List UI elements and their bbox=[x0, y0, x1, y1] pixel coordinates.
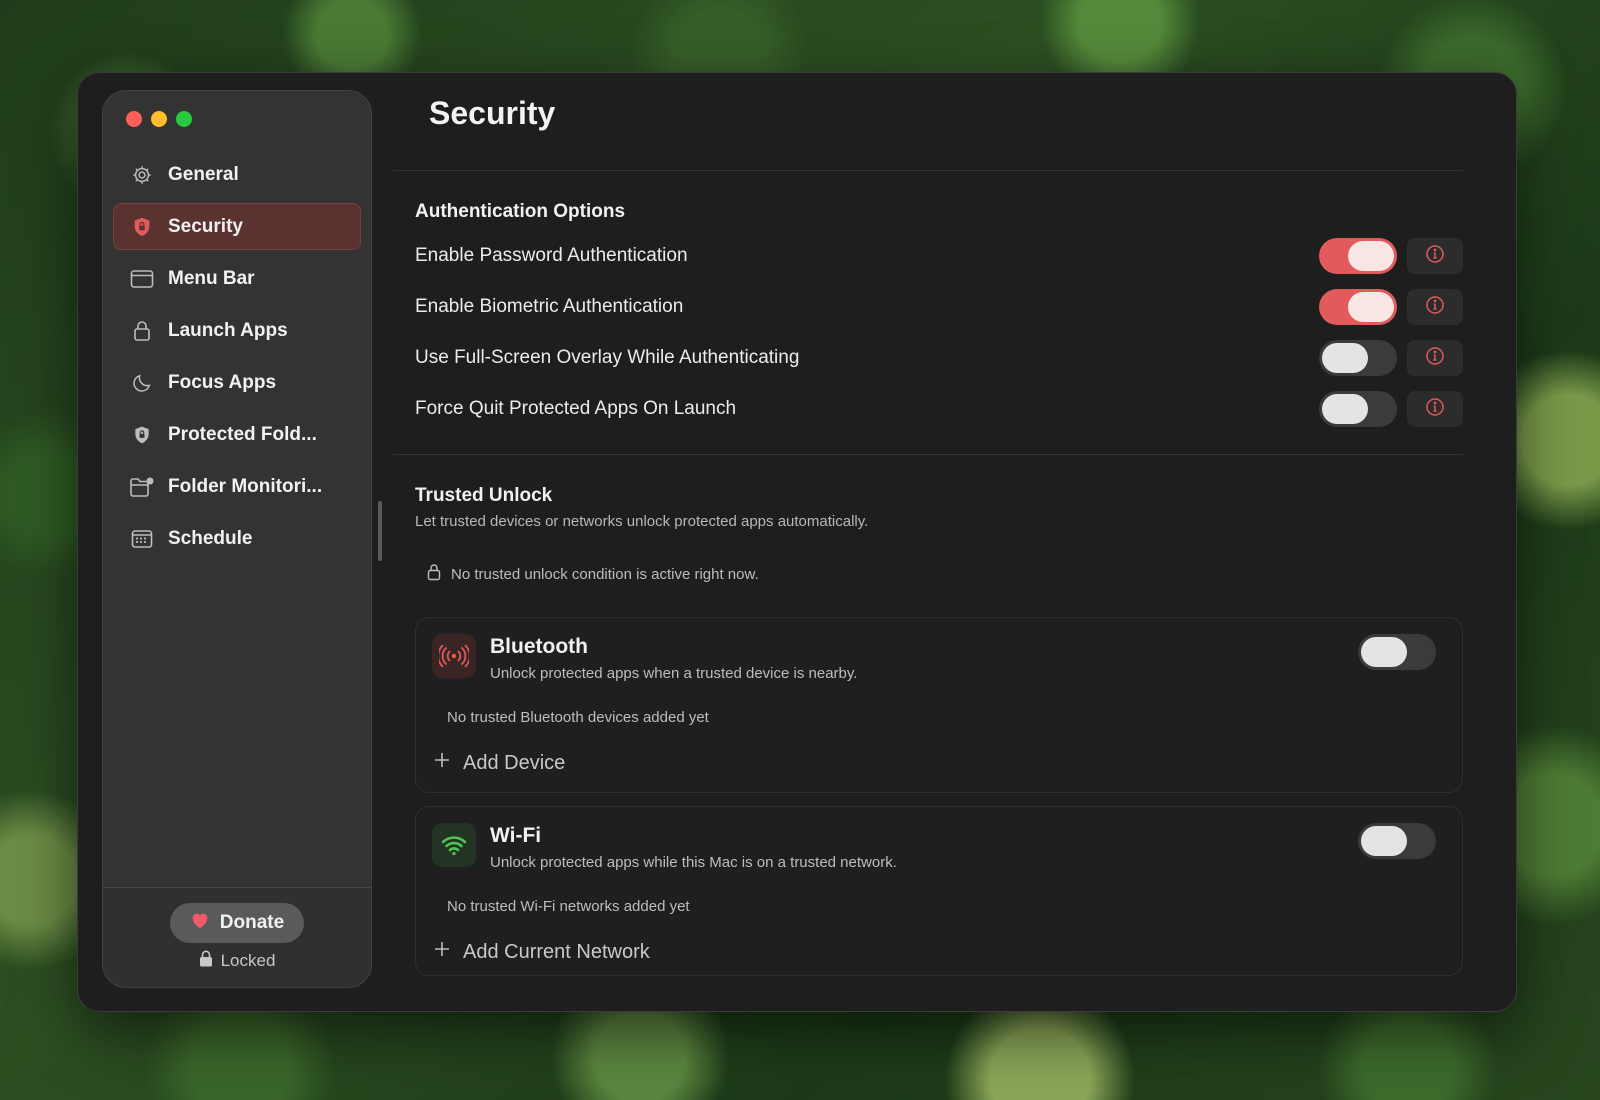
empty-state-text: No trusted Bluetooth devices added yet bbox=[447, 709, 709, 726]
folder-badge-icon bbox=[129, 474, 155, 500]
sidebar-item-focus-apps[interactable]: Focus Apps bbox=[113, 359, 361, 406]
main-content: Security Authentication Options Enable P… bbox=[393, 73, 1516, 1011]
close-button[interactable] bbox=[126, 111, 142, 127]
card-title: Wi-Fi bbox=[490, 824, 542, 847]
divider bbox=[393, 170, 1463, 171]
sidebar-item-label: Security bbox=[168, 215, 243, 237]
info-icon bbox=[1425, 244, 1445, 269]
status-text: No trusted unlock condition is active ri… bbox=[451, 565, 759, 583]
add-device-button[interactable]: Add Device bbox=[433, 751, 565, 775]
option-biometric-auth: Enable Biometric Authentication bbox=[415, 287, 1463, 327]
sidebar-item-folder-monitoring[interactable]: Folder Monitori... bbox=[113, 463, 361, 510]
sidebar-item-security[interactable]: Security bbox=[113, 203, 361, 250]
option-fullscreen-overlay: Use Full-Screen Overlay While Authentica… bbox=[415, 338, 1463, 378]
empty-state-text: No trusted Wi-Fi networks added yet bbox=[447, 898, 690, 915]
option-label: Force Quit Protected Apps On Launch bbox=[415, 398, 737, 419]
wifi-toggle[interactable] bbox=[1358, 823, 1436, 859]
add-network-label: Add Current Network bbox=[463, 940, 650, 963]
password-auth-toggle[interactable] bbox=[1319, 238, 1397, 274]
shield-lock-icon bbox=[129, 422, 155, 448]
calendar-icon bbox=[129, 526, 155, 552]
card-description: Unlock protected apps when a trusted dev… bbox=[490, 665, 858, 682]
sidebar-item-label: Folder Monitori... bbox=[168, 475, 323, 497]
info-button[interactable] bbox=[1407, 391, 1463, 427]
section-title-authentication: Authentication Options bbox=[415, 201, 626, 222]
option-label: Enable Biometric Authentication bbox=[415, 296, 684, 317]
lock-icon bbox=[129, 318, 155, 344]
sidebar-item-launch-apps[interactable]: Launch Apps bbox=[113, 307, 361, 354]
lock-icon bbox=[199, 950, 213, 972]
sidebar-item-menu-bar[interactable]: Menu Bar bbox=[113, 255, 361, 302]
force-quit-toggle[interactable] bbox=[1319, 391, 1397, 427]
sidebar-item-label: Menu Bar bbox=[168, 267, 255, 289]
zoom-button[interactable] bbox=[176, 111, 192, 127]
wifi-card: Wi-Fi Unlock protected apps while this M… bbox=[415, 806, 1463, 976]
menu-bar-icon bbox=[129, 266, 155, 292]
sidebar: General Security Menu Bar Launch Apps Fo… bbox=[102, 90, 372, 988]
option-label: Enable Password Authentication bbox=[415, 245, 688, 266]
sidebar-item-label: Launch Apps bbox=[168, 319, 288, 341]
sidebar-footer: Donate Locked bbox=[103, 887, 371, 987]
bluetooth-card: Bluetooth Unlock protected apps when a t… bbox=[415, 617, 1463, 793]
sidebar-nav: General Security Menu Bar Launch Apps Fo… bbox=[113, 151, 361, 567]
bluetooth-toggle[interactable] bbox=[1358, 634, 1436, 670]
card-description: Unlock protected apps while this Mac is … bbox=[490, 854, 897, 871]
biometric-auth-toggle[interactable] bbox=[1319, 289, 1397, 325]
info-icon bbox=[1425, 397, 1445, 422]
window-controls bbox=[126, 111, 192, 127]
info-button[interactable] bbox=[1407, 238, 1463, 274]
wifi-icon bbox=[432, 823, 476, 867]
donate-label: Donate bbox=[219, 912, 285, 933]
sidebar-item-label: Protected Fold... bbox=[168, 423, 317, 445]
moon-icon bbox=[129, 370, 155, 396]
plus-icon bbox=[433, 751, 451, 775]
card-title: Bluetooth bbox=[490, 635, 588, 658]
split-view-divider[interactable] bbox=[378, 501, 382, 561]
info-icon bbox=[1425, 295, 1445, 320]
sidebar-item-label: Focus Apps bbox=[168, 371, 277, 393]
bluetooth-broadcast-icon bbox=[432, 634, 476, 678]
fullscreen-overlay-toggle[interactable] bbox=[1319, 340, 1397, 376]
sidebar-item-label: General bbox=[168, 163, 239, 185]
sidebar-item-schedule[interactable]: Schedule bbox=[113, 515, 361, 562]
minimize-button[interactable] bbox=[151, 111, 167, 127]
settings-window: General Security Menu Bar Launch Apps Fo… bbox=[77, 72, 1517, 1012]
sidebar-item-general[interactable]: General bbox=[113, 151, 361, 198]
option-label: Use Full-Screen Overlay While Authentica… bbox=[415, 347, 800, 368]
section-title-trusted-unlock: Trusted Unlock bbox=[415, 485, 553, 506]
option-force-quit: Force Quit Protected Apps On Launch bbox=[415, 389, 1463, 429]
plus-icon bbox=[433, 940, 451, 964]
shield-icon bbox=[129, 214, 155, 240]
divider bbox=[393, 454, 1463, 455]
info-icon bbox=[1425, 346, 1445, 371]
lock-icon bbox=[427, 563, 441, 585]
trusted-unlock-status: No trusted unlock condition is active ri… bbox=[427, 563, 759, 585]
sidebar-item-protected-folders[interactable]: Protected Fold... bbox=[113, 411, 361, 458]
page-title: Security bbox=[429, 95, 556, 131]
gear-icon bbox=[129, 162, 155, 188]
add-current-network-button[interactable]: Add Current Network bbox=[433, 940, 650, 964]
section-subtitle: Let trusted devices or networks unlock p… bbox=[415, 513, 869, 530]
info-button[interactable] bbox=[1407, 289, 1463, 325]
lock-status: Locked bbox=[103, 950, 371, 972]
add-device-label: Add Device bbox=[463, 751, 566, 774]
donate-button[interactable]: Donate bbox=[170, 903, 304, 943]
info-button[interactable] bbox=[1407, 340, 1463, 376]
heart-icon bbox=[190, 911, 210, 935]
sidebar-item-label: Schedule bbox=[168, 527, 253, 549]
option-password-auth: Enable Password Authentication bbox=[415, 236, 1463, 276]
lock-status-label: Locked bbox=[220, 951, 276, 970]
